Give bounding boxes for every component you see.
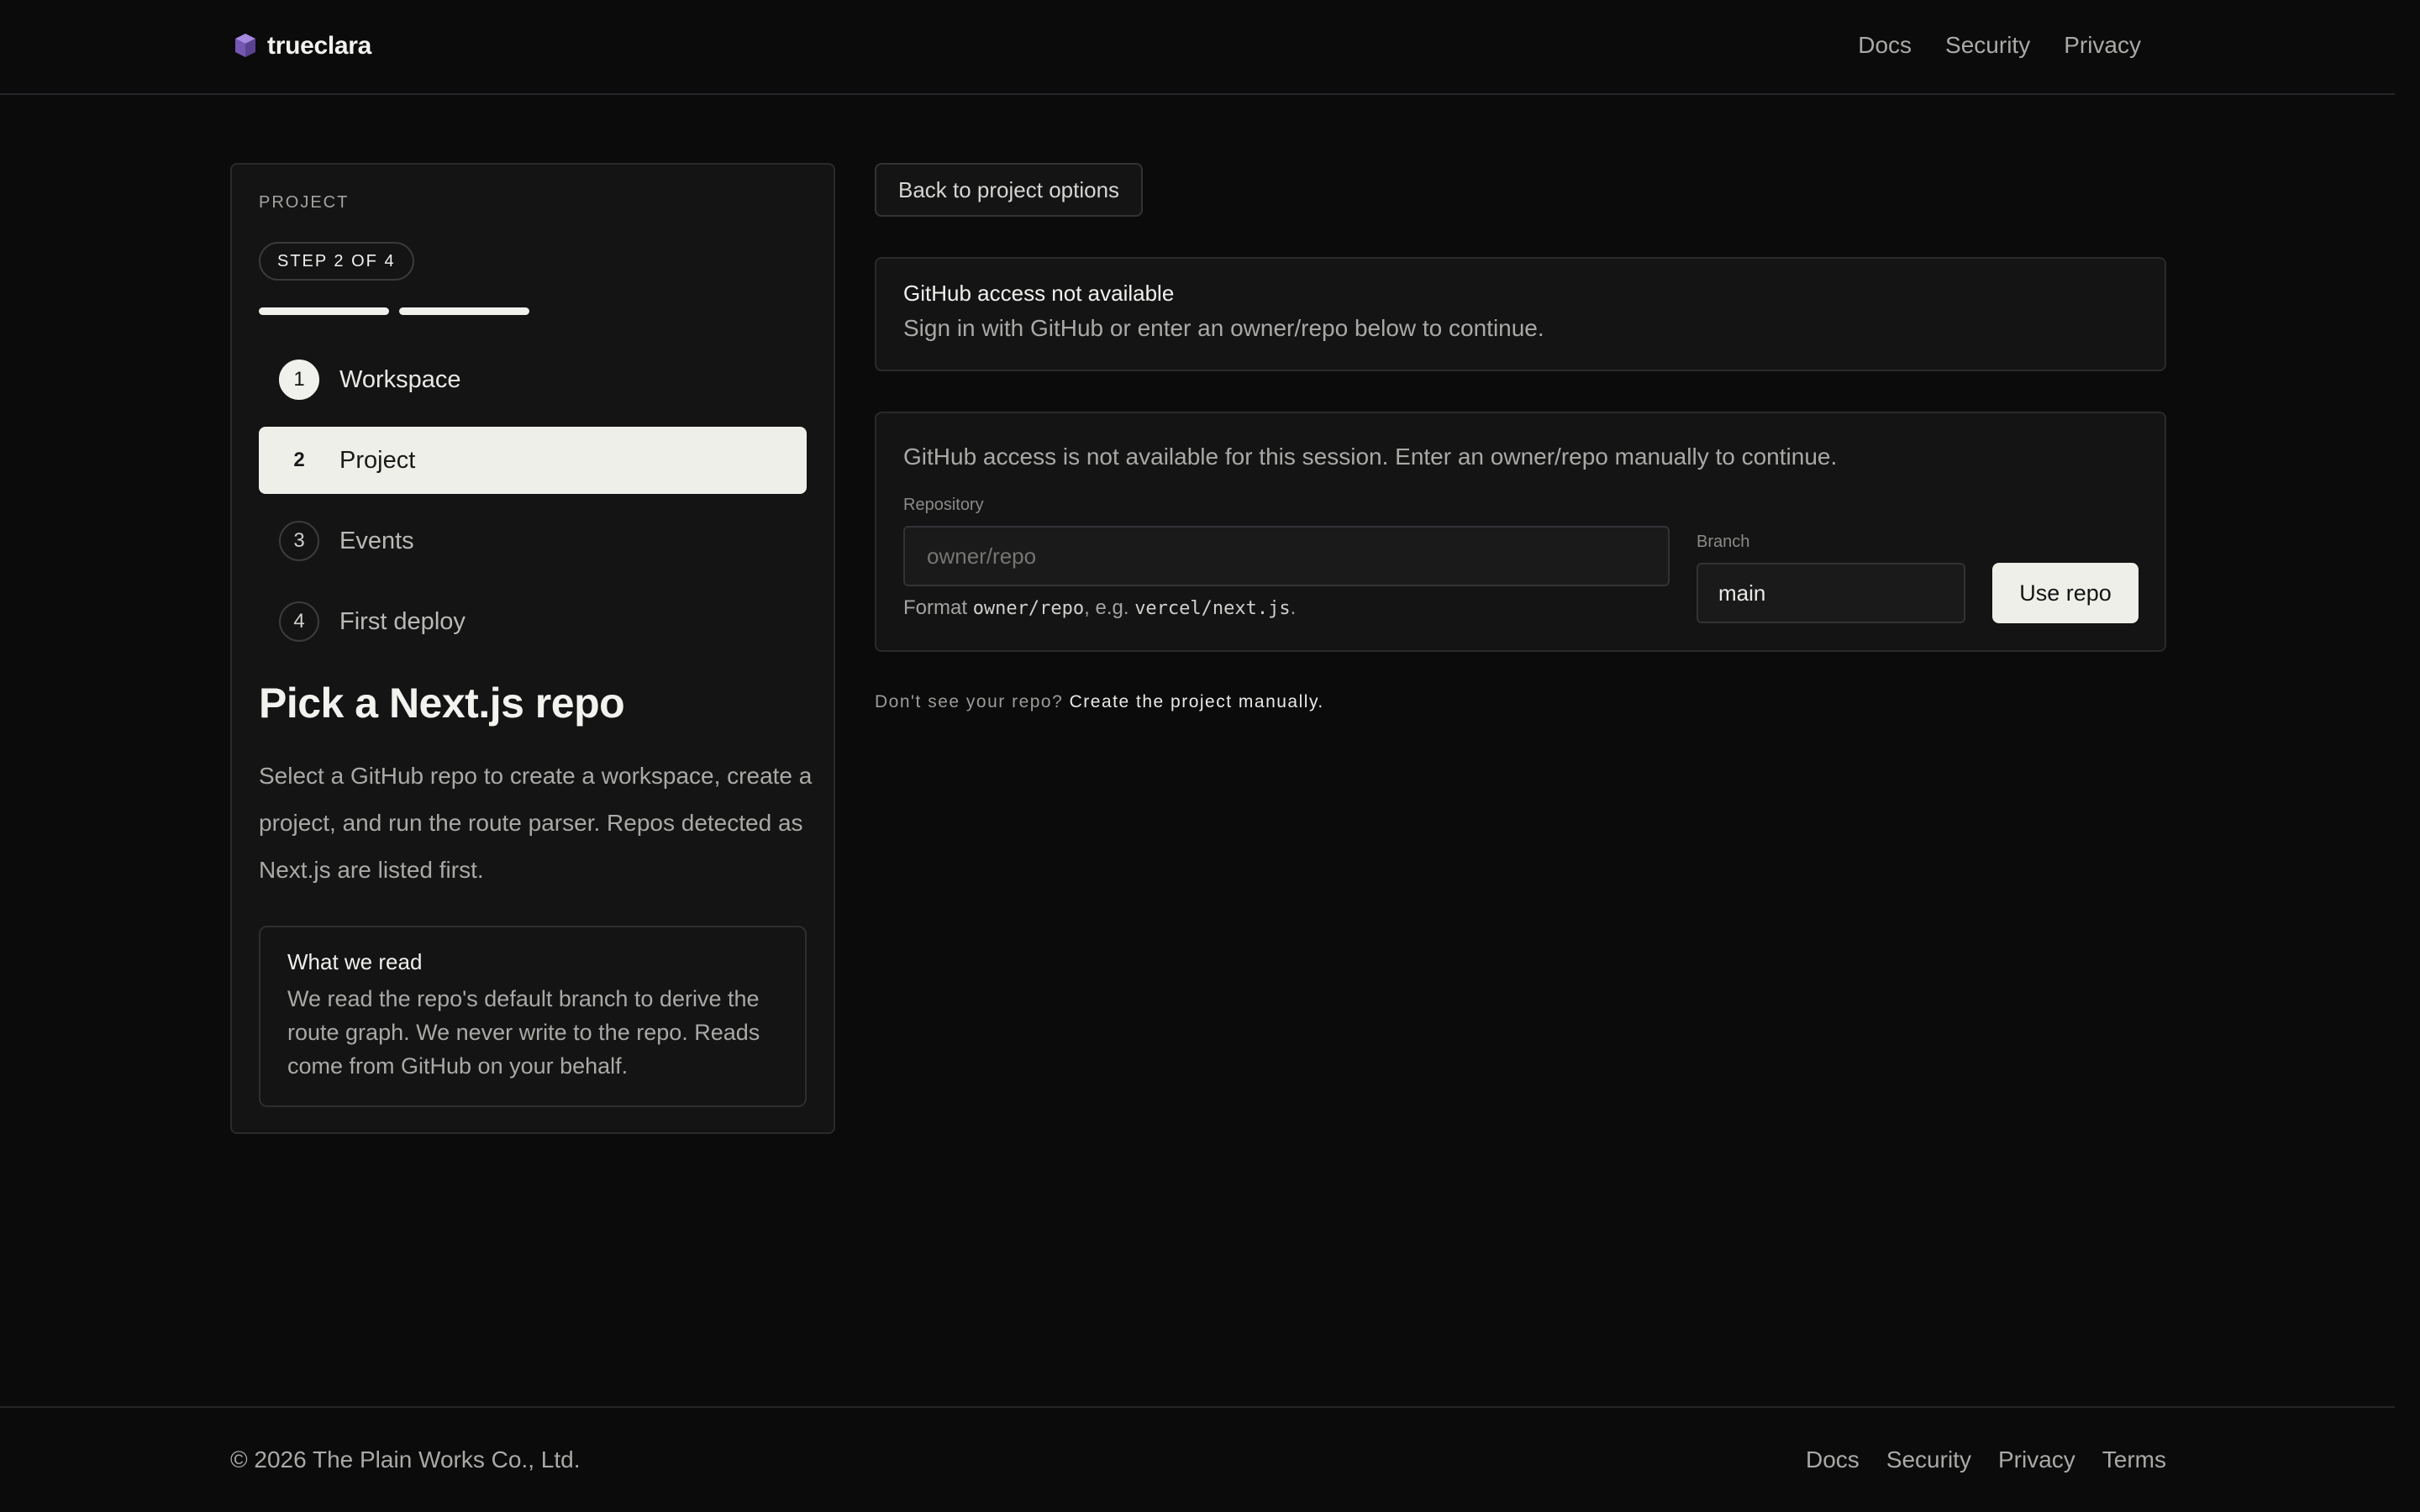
header-nav-docs[interactable]: Docs — [1858, 32, 1912, 59]
footer-nav-security[interactable]: Security — [1886, 1446, 1971, 1473]
footer-nav: Docs Security Privacy Terms — [1806, 1446, 2166, 1473]
branch-input[interactable] — [1697, 563, 1965, 623]
step-number: 2 — [293, 449, 305, 471]
step-workspace[interactable]: 1 Workspace — [259, 346, 807, 413]
step-label: Workspace — [339, 365, 461, 393]
footer-nav-terms[interactable]: Terms — [2102, 1446, 2166, 1473]
what-we-read-title: What we read — [287, 949, 423, 974]
section-eyebrow: PROJECT — [259, 193, 350, 212]
manual-repo-form: GitHub access is not available for this … — [875, 412, 2166, 652]
hint-mid: , e.g. — [1084, 596, 1135, 619]
brand-link[interactable]: trueclara — [234, 32, 371, 60]
step-label: First deploy — [339, 607, 466, 635]
page-footer: © 2026 The Plain Works Co., Ltd. Docs Se… — [0, 1406, 2395, 1512]
brand-name: trueclara — [267, 32, 372, 60]
hint-prefix: Format — [903, 596, 973, 619]
step-number: 4 — [279, 601, 319, 642]
step-counter-badge: STEP 2 OF 4 — [259, 242, 414, 281]
hint-suffix: . — [1290, 596, 1297, 619]
step-list: 1 Workspace 2 Project 3 Events 4 First d… — [259, 346, 807, 669]
progress-segment — [259, 307, 389, 315]
repository-label: Repository — [903, 496, 984, 514]
notice-title: GitHub access not available — [903, 281, 1175, 306]
repository-input[interactable] — [903, 526, 1670, 586]
footer-nav-privacy[interactable]: Privacy — [1998, 1446, 2075, 1473]
github-unavailable-notice: GitHub access not available Sign in with… — [875, 257, 2166, 371]
onboarding-stepper-card: PROJECT STEP 2 OF 4 1 Workspace 2 Projec… — [230, 163, 835, 1134]
step-number: 3 — [279, 521, 319, 561]
copyright-text: © 2026 The Plain Works Co., Ltd. — [230, 1446, 581, 1473]
step-events[interactable]: 3 Events — [259, 507, 807, 575]
step-label: Events — [339, 527, 414, 554]
step-project[interactable]: 2 Project — [259, 427, 807, 494]
cube-logo-icon — [235, 34, 255, 57]
hint-code-example: vercel/next.js — [1134, 598, 1291, 619]
what-we-read-text: We read the repo's default branch to der… — [287, 986, 760, 1079]
dont-see-text: Don't see your repo? — [875, 692, 1064, 711]
manual-form-intro: GitHub access is not available for this … — [903, 444, 1838, 470]
what-we-read-panel: What we read We read the repo's default … — [259, 926, 807, 1107]
manual-create-prompt: Don't see your repo? Create the project … — [875, 692, 1324, 712]
branch-label: Branch — [1697, 533, 1750, 551]
step-label: Project — [339, 446, 416, 474]
back-to-project-options-button[interactable]: Back to project options — [875, 163, 1144, 217]
create-project-manually-link[interactable]: Create the project manually. — [1070, 692, 1324, 711]
use-repo-button[interactable]: Use repo — [1992, 563, 2139, 623]
step-first-deploy[interactable]: 4 First deploy — [259, 588, 807, 655]
header-nav: Docs Security Privacy — [1858, 32, 2141, 59]
progress-bar — [259, 307, 529, 315]
header-nav-privacy[interactable]: Privacy — [2064, 32, 2141, 59]
hint-code-format: owner/repo — [972, 598, 1085, 619]
header-nav-security[interactable]: Security — [1945, 32, 2030, 59]
progress-segment — [399, 307, 529, 315]
repository-format-hint: Format owner/repo, e.g. vercel/next.js. — [903, 596, 1296, 620]
page: trueclara Docs Security Privacy PROJECT … — [0, 0, 2420, 1512]
notice-text: Sign in with GitHub or enter an owner/re… — [903, 315, 1544, 341]
step-number: 1 — [279, 360, 319, 400]
page-description: Select a GitHub repo to create a workspa… — [259, 763, 813, 883]
page-title: Pick a Next.js repo — [259, 680, 625, 727]
top-header: trueclara Docs Security Privacy — [0, 0, 2395, 95]
footer-nav-docs[interactable]: Docs — [1806, 1446, 1860, 1473]
